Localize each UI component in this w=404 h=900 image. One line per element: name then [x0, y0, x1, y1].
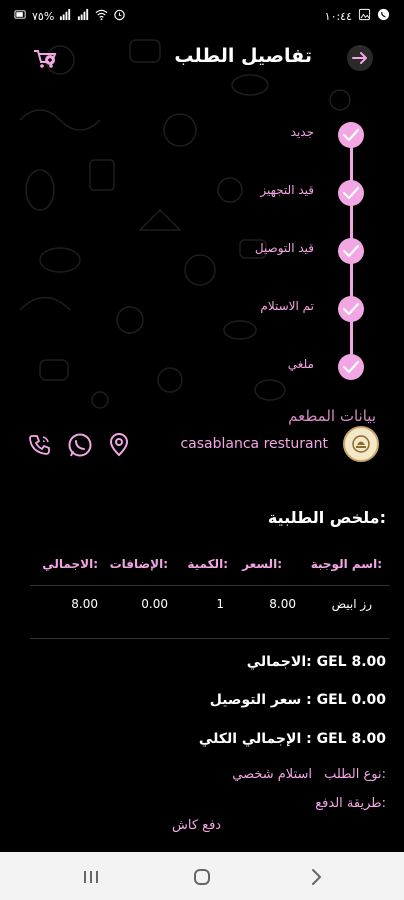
cell-qty: 1 [216, 597, 224, 611]
timeline-step-new: جديد [0, 122, 404, 152]
cell-price: 8.00 [269, 597, 296, 611]
timeline-step-received: تم الاستلام [0, 296, 404, 326]
header-addons: الإضافات: [109, 557, 168, 571]
payment-method-label: طريقة الدفع: [315, 796, 386, 811]
timeline-step-label: ملغي [287, 357, 314, 371]
header-price: السعر: [242, 557, 282, 571]
restaurant-row: casablanca resturant [0, 426, 404, 466]
page-title: تفاصيل الطلب [174, 45, 312, 67]
header: تفاصيل الطلب [0, 36, 404, 80]
check-icon [338, 180, 364, 206]
alarm-icon [113, 8, 126, 24]
signal-icon [59, 8, 72, 24]
header-meal: اسم الوجبة: [310, 557, 382, 571]
battery-percent: ٧٥% [32, 9, 55, 23]
header-qty: الكمية: [187, 557, 228, 571]
recents-icon[interactable] [80, 866, 102, 888]
summary-title: ملخص الطلبية: [267, 508, 386, 527]
divider [30, 585, 390, 586]
restaurant-name: casablanca resturant [180, 436, 328, 452]
phone-icon[interactable] [27, 432, 53, 458]
header-total: الاجمالي: [42, 557, 98, 571]
cell-meal: رز ابيض [331, 597, 372, 611]
home-icon[interactable] [191, 866, 213, 888]
timeline-step-label: تم الاستلام [260, 299, 314, 313]
timeline-step-preparing: قيد التجهيز [0, 180, 404, 210]
cell-total: 8.00 [71, 597, 98, 611]
arrow-right-icon[interactable] [346, 44, 374, 72]
check-icon [338, 296, 364, 322]
grand-total-line: الإجمالي الكلي : GEL 8.00 [198, 731, 386, 747]
subtotal-line: الاجمالي: GEL 8.00 [246, 654, 386, 670]
divider [30, 638, 390, 639]
check-icon [338, 238, 364, 264]
system-nav-bar [0, 852, 404, 900]
payment-method-value: دفع كاش [172, 818, 222, 833]
check-icon [338, 354, 364, 380]
timeline-step-label: قيد التجهيز [260, 183, 314, 197]
timeline-step-label: جديد [290, 125, 314, 139]
check-icon [338, 122, 364, 148]
status-bar: ٧٥% ١٠:٤٤ [0, 0, 404, 32]
signal-icon-2 [77, 8, 90, 24]
status-time: ١٠:٤٤ [324, 9, 352, 23]
location-icon[interactable] [106, 432, 132, 458]
status-left-group: ٧٥% [14, 8, 126, 24]
delivery-price-line: سعر التوصيل : GEL 0.00 [209, 692, 386, 708]
order-type-value: استلام شخصي [232, 767, 312, 782]
restaurant-section-label: بيانات المطعم [288, 407, 376, 425]
cart-icon[interactable] [30, 44, 58, 72]
wifi-icon [95, 8, 108, 24]
table-header: اسم الوجبة: السعر: الكمية: الإضافات: الا… [0, 557, 404, 577]
status-right-group: ١٠:٤٤ [325, 8, 390, 24]
order-type-label: نوع الطلب: [324, 767, 386, 782]
gallery-icon [358, 8, 371, 24]
timeline-step-delivering: قيد التوصيل [0, 238, 404, 268]
whatsapp-icon[interactable] [67, 432, 93, 458]
timeline-step-cancelled: ملغي [0, 354, 404, 384]
whatsapp-status-icon [377, 8, 390, 24]
restaurant-logo [343, 426, 379, 462]
battery-icon [14, 8, 27, 24]
cell-addons: 0.00 [141, 597, 168, 611]
table-row: رز ابيض 8.00 1 0.00 8.00 [0, 597, 404, 617]
timeline-step-label: قيد التوصيل [254, 241, 314, 255]
back-nav-icon[interactable] [305, 866, 327, 888]
